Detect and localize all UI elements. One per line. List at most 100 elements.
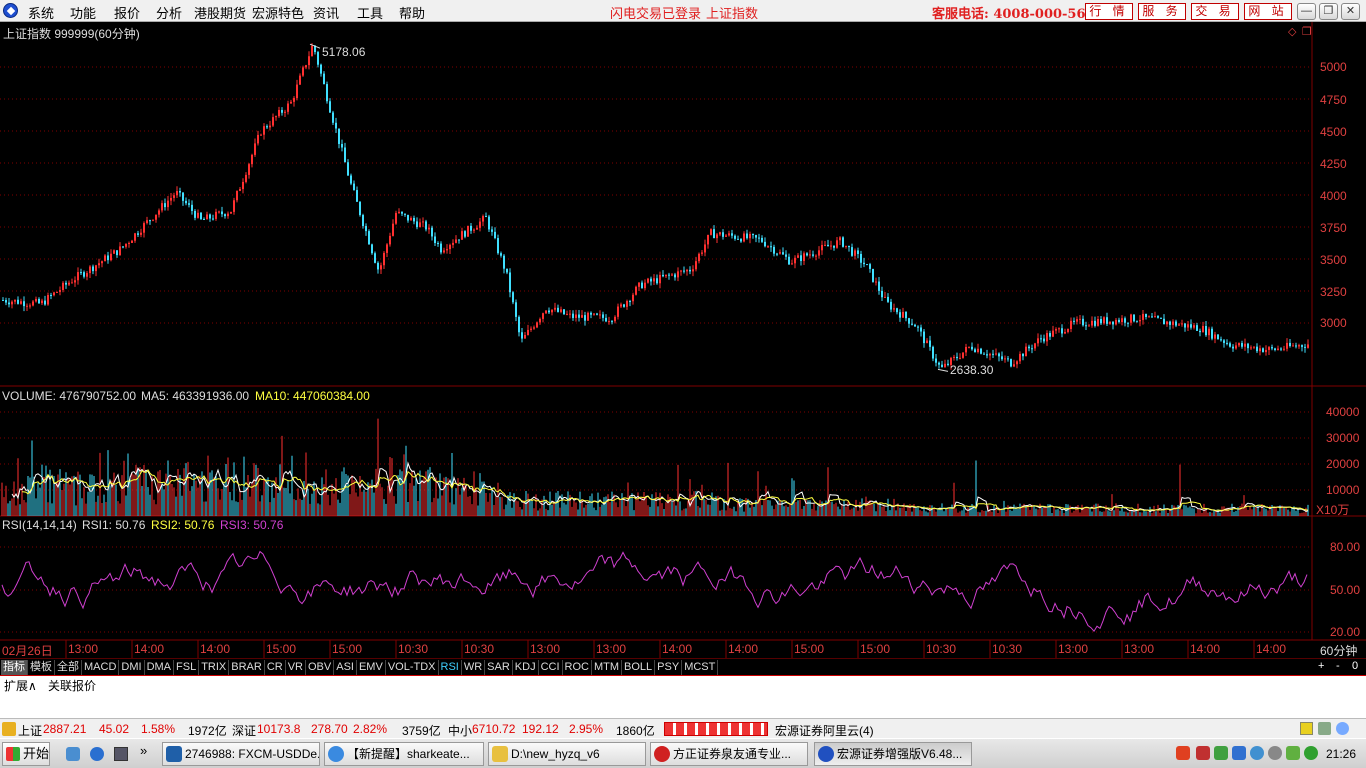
candle-body (566, 313, 568, 315)
menu-hk-futures[interactable]: 港股期货 (194, 3, 246, 22)
candle-body (1031, 348, 1033, 350)
website-button[interactable]: 网 站 (1244, 3, 1292, 20)
indicator-tab-fsl[interactable]: FSL (174, 660, 200, 675)
candle-body (842, 237, 844, 247)
task-fxcm[interactable]: 2746988: FXCM-USDDe... (162, 742, 320, 766)
signal-icon[interactable] (1318, 722, 1331, 735)
sh-index-name[interactable]: 上证 (18, 722, 42, 739)
diamond-icon[interactable]: ◇ (1288, 25, 1296, 38)
zoom-in-button[interactable]: + (1318, 660, 1324, 672)
candle-body (1091, 320, 1093, 326)
candle-body (851, 247, 853, 256)
period-label[interactable]: 60分钟 (1320, 642, 1357, 659)
menu-analysis[interactable]: 分析 (156, 3, 182, 22)
indicator-tab-emv[interactable]: EMV (357, 660, 386, 675)
tray-app-icon[interactable] (1176, 746, 1190, 760)
menu-help[interactable]: 帮助 (399, 3, 425, 22)
market-button[interactable]: 行 情 (1085, 3, 1133, 20)
task-folder[interactable]: D:\new_hyzq_v6 (488, 742, 646, 766)
menu-function[interactable]: 功能 (70, 3, 96, 22)
candle-body (584, 315, 586, 321)
related-quotes-tab[interactable]: 关联报价 (48, 677, 96, 694)
indicator-tab-模板[interactable]: 模板 (28, 660, 55, 675)
indicator-tab-wr[interactable]: WR (462, 660, 486, 675)
task-founder[interactable]: 方正证券泉友通专业... (650, 742, 808, 766)
indicator-tab-sar[interactable]: SAR (485, 660, 513, 675)
indicator-tab-全部[interactable]: 全部 (55, 660, 82, 675)
menu-hongyuan[interactable]: 宏源特色 (252, 3, 304, 22)
zoom-reset-button[interactable]: 0 (1352, 660, 1358, 672)
menu-info[interactable]: 资讯 (313, 3, 339, 22)
indicator-tab-macd[interactable]: MACD (82, 660, 120, 675)
tray-update-icon[interactable] (1304, 746, 1318, 760)
indicator-tab-cr[interactable]: CR (265, 660, 286, 675)
sme-index-name[interactable]: 中小 (448, 722, 472, 739)
candle-body (836, 240, 838, 248)
maximize-pane-icon[interactable]: ❐ (1302, 25, 1312, 38)
menu-quote[interactable]: 报价 (114, 3, 140, 22)
candle-body (737, 238, 739, 240)
candle-body (860, 253, 862, 263)
index-link[interactable]: 上证指数 (706, 3, 758, 22)
ticker-icon[interactable] (2, 722, 16, 736)
indicator-tab-指标[interactable]: 指标 (1, 660, 28, 675)
trade-button[interactable]: 交 易 (1191, 3, 1239, 20)
notice-icon[interactable] (1300, 722, 1313, 735)
indicator-tab-rsi[interactable]: RSI (439, 660, 462, 675)
indicator-tab-trix[interactable]: TRIX (199, 660, 230, 675)
indicator-tab-asi[interactable]: ASI (334, 660, 357, 675)
chart-canvas[interactable] (0, 22, 1366, 660)
network-icon[interactable] (1336, 722, 1349, 735)
tray-security-icon[interactable] (1250, 746, 1264, 760)
desktop-quicklaunch-icon[interactable] (114, 747, 128, 761)
indicator-tab-dma[interactable]: DMA (145, 660, 175, 675)
indicator-tab-vol-tdx[interactable]: VOL-TDX (386, 660, 439, 675)
expand-button[interactable]: 扩展∧ (4, 677, 37, 694)
close-button[interactable]: ✕ (1341, 3, 1360, 20)
candle-body (689, 269, 691, 272)
tray-shield-icon[interactable] (1232, 746, 1246, 760)
candle-body (1004, 358, 1006, 360)
candle-body (1136, 321, 1138, 323)
restore-button[interactable]: ❐ (1319, 3, 1338, 20)
indicator-tab-boll[interactable]: BOLL (622, 660, 656, 675)
service-button[interactable]: 服 务 (1138, 3, 1186, 20)
indicator-tab-kdj[interactable]: KDJ (513, 660, 539, 675)
menu-tools[interactable]: 工具 (357, 3, 383, 22)
tray-network-icon[interactable] (1214, 746, 1228, 760)
tray-flag-icon[interactable] (1196, 746, 1210, 760)
task-hongyuan[interactable]: 宏源证券增强版V6.48... (814, 742, 972, 766)
zoom-out-button[interactable]: - (1336, 660, 1340, 672)
indicator-tab-vr[interactable]: VR (286, 660, 306, 675)
task-forum[interactable]: 【新提醒】sharkeate... (324, 742, 484, 766)
ie-quicklaunch-icon[interactable] (66, 747, 80, 761)
indicator-tab-mcst[interactable]: MCST (682, 660, 719, 675)
candle-body (1292, 345, 1294, 347)
sz-index-name[interactable]: 深证 (232, 722, 256, 739)
x-label: 14:00 (728, 642, 759, 656)
minimize-button[interactable]: — (1297, 3, 1316, 20)
hongyuan-icon (818, 746, 834, 762)
server-name: 宏源证券阿里云(4) (775, 724, 874, 738)
indicator-tab-dmi[interactable]: DMI (119, 660, 145, 675)
candle-body (299, 75, 301, 85)
y-tick-3500: 3500 (1320, 253, 1347, 267)
menu-system[interactable]: 系统 (28, 3, 54, 22)
indicator-tab-roc[interactable]: ROC (563, 660, 592, 675)
start-button[interactable]: 开始 (2, 742, 50, 766)
indicator-tab-cci[interactable]: CCI (539, 660, 563, 675)
quicklaunch-more-icon[interactable]: » (140, 743, 147, 758)
tray-clock-icon[interactable] (1268, 746, 1282, 760)
indicator-tab-psy[interactable]: PSY (655, 660, 683, 675)
indicator-tab-obv[interactable]: OBV (306, 660, 335, 675)
indicator-tab-brar[interactable]: BRAR (229, 660, 265, 675)
indicator-tab-mtm[interactable]: MTM (592, 660, 623, 675)
tray-upload-icon[interactable] (1286, 746, 1300, 760)
candle-body (95, 265, 97, 272)
chart-area[interactable]: 上证指数 999999(60分钟) ◇ ❐ 5178.06 2638.30 50… (0, 22, 1366, 660)
browser-quicklaunch-icon[interactable] (90, 747, 104, 761)
candle-body (131, 240, 133, 243)
candle-body (83, 272, 85, 277)
candle-body (1133, 314, 1135, 322)
candle-body (746, 233, 748, 239)
